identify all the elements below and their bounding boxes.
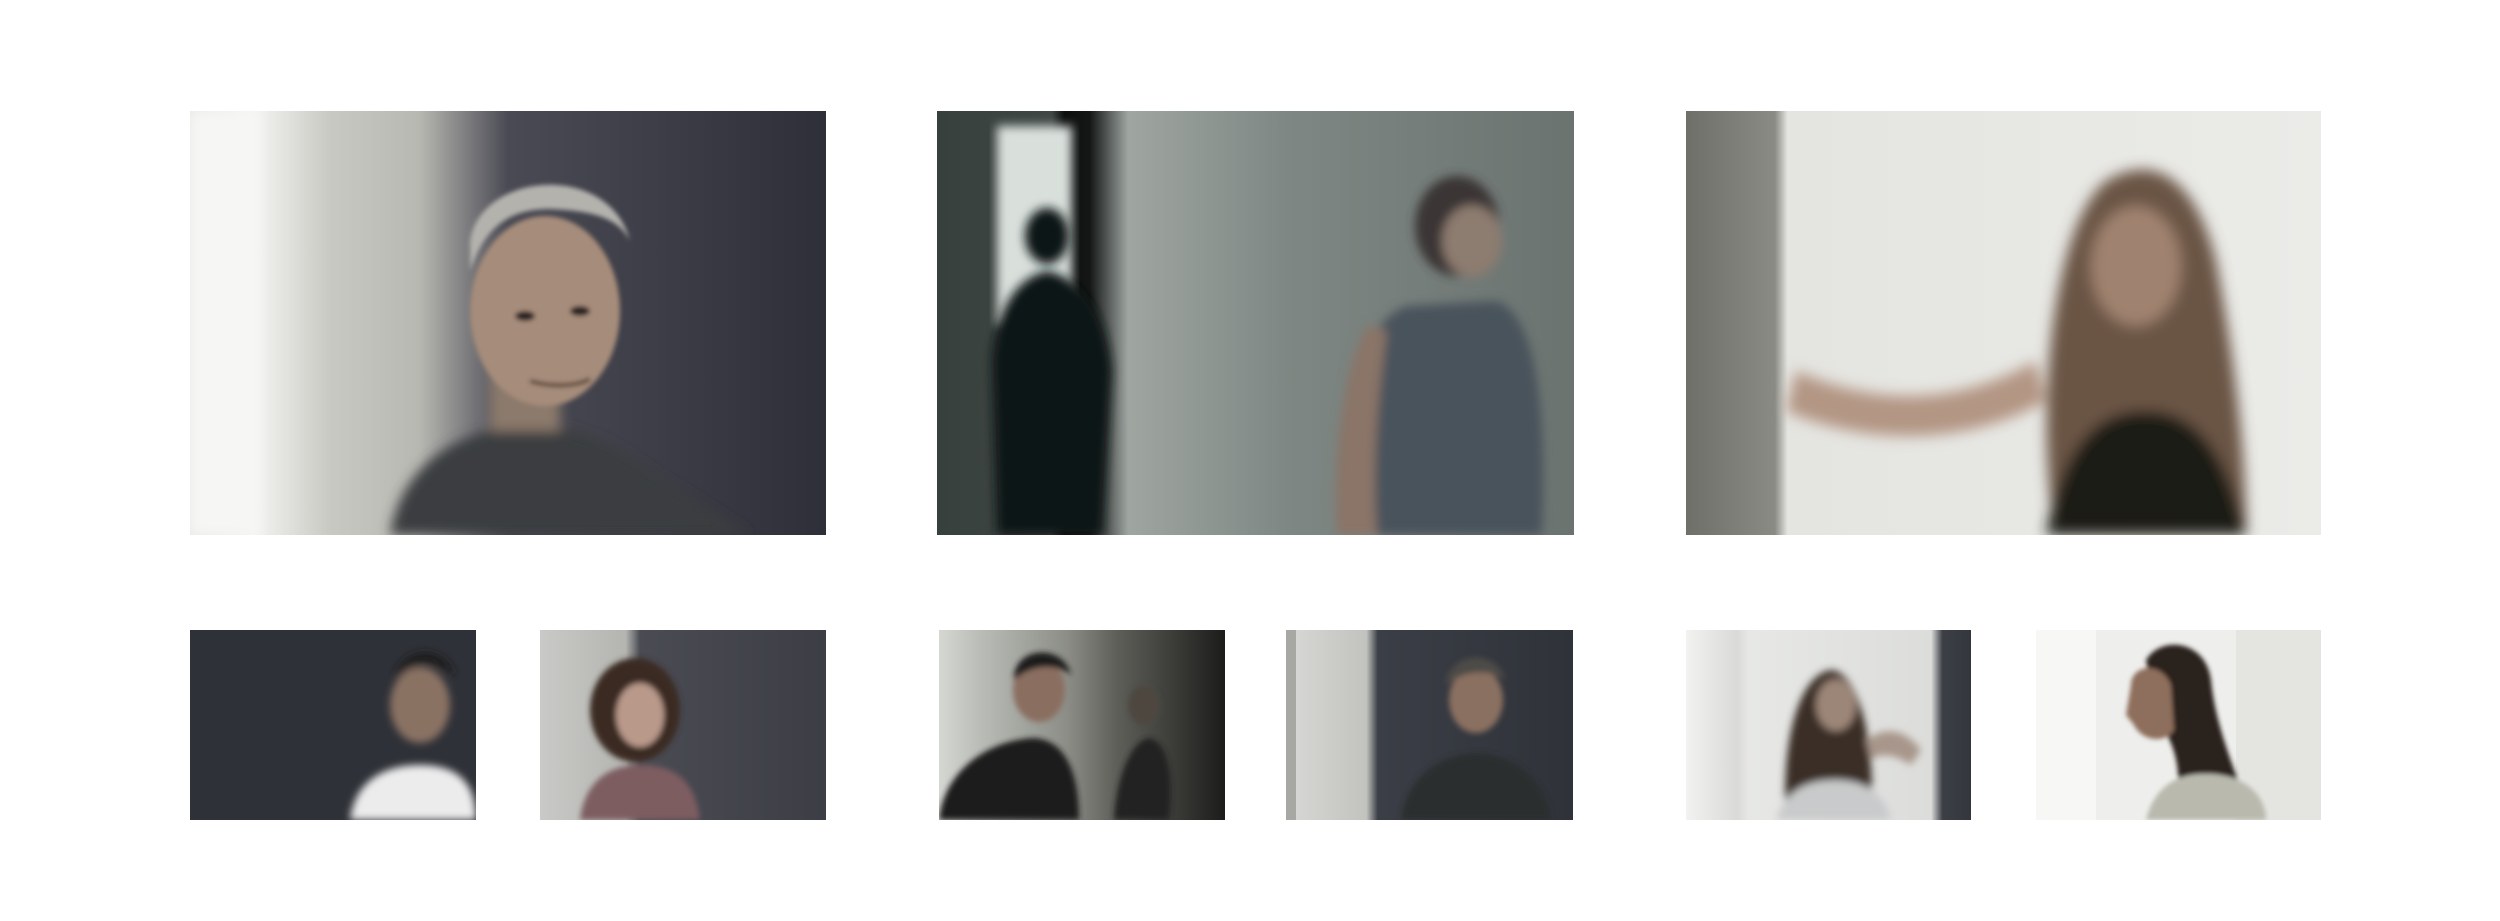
photo-image xyxy=(2036,630,2321,820)
photo-gallery xyxy=(0,0,2500,921)
photo-man-white-tshirt xyxy=(190,630,476,820)
photo-image xyxy=(190,111,826,535)
photo-curly-haired-woman xyxy=(540,630,826,820)
photo-woman-motion-blur xyxy=(1686,630,1971,820)
photo-grey-haired-man xyxy=(190,111,826,535)
photo-image xyxy=(937,111,1574,535)
photo-image xyxy=(190,630,476,820)
photo-woman-walking xyxy=(937,111,1574,535)
photo-image xyxy=(1286,630,1573,820)
photo-man-grey-wall xyxy=(1286,630,1573,820)
photo-image xyxy=(1686,630,1971,820)
photo-image xyxy=(939,630,1225,820)
photo-image xyxy=(1686,111,2321,535)
photo-man-doorway xyxy=(939,630,1225,820)
photo-long-haired-woman xyxy=(1686,111,2321,535)
photo-image xyxy=(540,630,826,820)
photo-long-haired-man xyxy=(2036,630,2321,820)
